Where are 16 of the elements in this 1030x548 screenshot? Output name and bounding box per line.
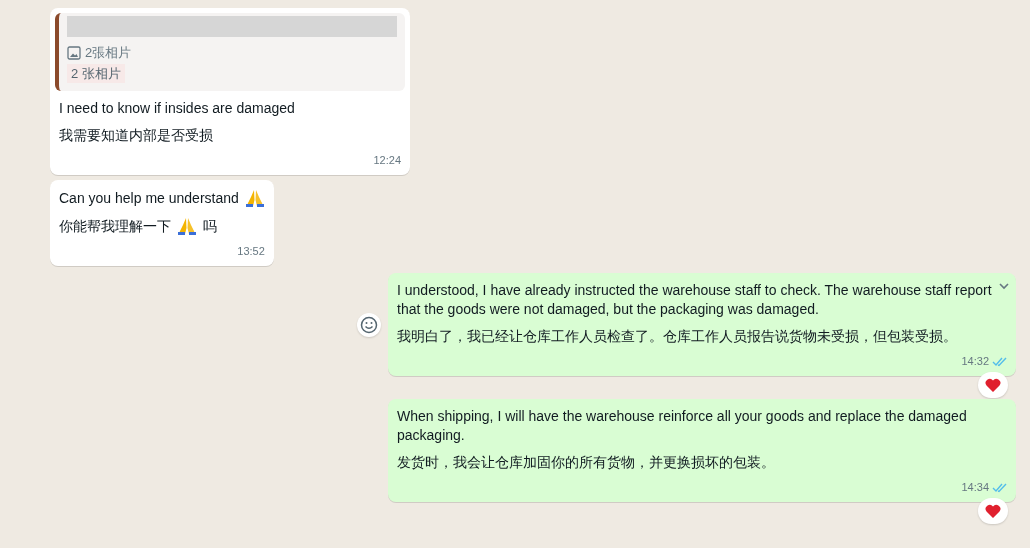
message-text: Can you help me understand <box>59 188 239 208</box>
message-text: I understood, I have already instructed the warehouse staff to check. The warehouse staff report that the goods were not damaged, but the packaging was damaged. <box>397 281 992 319</box>
message-time: 14:34 <box>961 479 989 495</box>
message-text: 发货时，我会让仓库加固你的所有货物，并更换损坏的包装。 <box>397 453 775 472</box>
message-text: I need to know if insides are damaged <box>59 99 295 118</box>
message-time: 14:32 <box>961 353 989 369</box>
message-text: 我明白了，我已经让仓库工作人员检查了。仓库工作人员报告说货物未受损，但包装受损。 <box>397 327 957 346</box>
quoted-message[interactable]: 2張相片 2 张相片 <box>55 13 405 91</box>
message-time: 13:52 <box>237 243 265 259</box>
message-text: 我需要知道内部是否受损 <box>59 126 213 145</box>
message-text: When shipping, I will have the warehouse reinforce all your goods and replace the damaged packaging. <box>397 407 968 445</box>
message-text: 吗 <box>203 216 217 236</box>
message-time: 12:24 <box>373 152 401 168</box>
message-text: 你能帮我理解一下 <box>59 216 171 236</box>
quote-caption: 2張相片 <box>85 44 132 62</box>
quote-translation: 2 张相片 <box>67 64 125 83</box>
